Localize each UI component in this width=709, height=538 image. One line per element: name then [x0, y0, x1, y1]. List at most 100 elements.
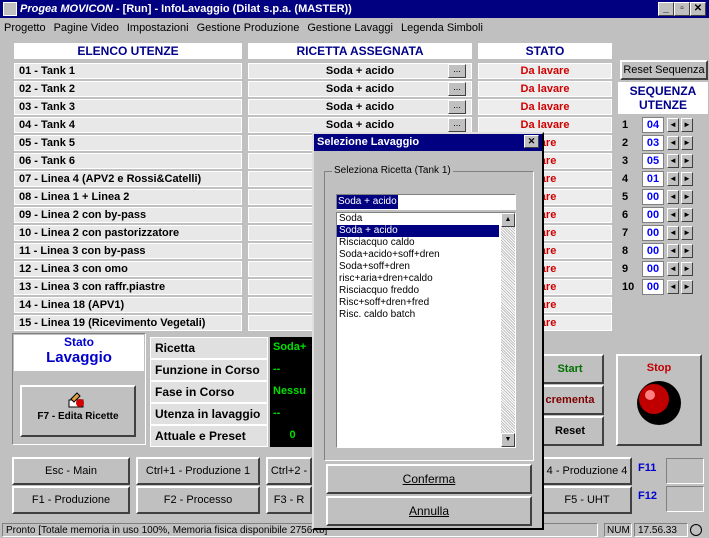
- header-ricetta-assegnata: RICETTA ASSEGNATA: [248, 43, 472, 59]
- stato-cell: Da lavare: [478, 81, 612, 97]
- f11-slot[interactable]: [666, 458, 704, 484]
- edita-ricette-button[interactable]: F7 - Edita Ricette: [20, 385, 136, 437]
- menu-progetto[interactable]: Progetto: [4, 22, 46, 34]
- sequenza-index: 7: [622, 227, 629, 239]
- function-key-button[interactable]: Ctrl+1 - Produzione 1: [136, 457, 260, 485]
- utenza-cell[interactable]: 05 - Tank 5: [14, 135, 242, 151]
- select-ricetta-button[interactable]: ...: [448, 118, 466, 132]
- stato-row-value: Soda+: [270, 337, 312, 359]
- utenza-cell[interactable]: 07 - Linea 4 (APV2 e Rossi&Catelli): [14, 171, 242, 187]
- sequenza-right-arrow-icon[interactable]: ►: [681, 280, 693, 294]
- utenza-cell[interactable]: 02 - Tank 2: [14, 81, 242, 97]
- sequenza-left-arrow-icon[interactable]: ◄: [667, 190, 679, 204]
- function-key-button[interactable]: F2 - Processo: [136, 486, 260, 514]
- utenza-cell[interactable]: 09 - Linea 2 con by-pass: [14, 207, 242, 223]
- function-key-button[interactable]: F1 - Produzione: [12, 486, 130, 514]
- num-indicator: NUM: [604, 523, 632, 537]
- stato-row-label: Utenza in lavaggio: [150, 403, 268, 425]
- sequenza-right-arrow-icon[interactable]: ►: [681, 262, 693, 276]
- select-ricetta-button[interactable]: ...: [448, 64, 466, 78]
- select-ricetta-button[interactable]: ...: [448, 100, 466, 114]
- utenza-cell[interactable]: 06 - Tank 6: [14, 153, 242, 169]
- reset-button[interactable]: Reset: [536, 416, 604, 446]
- sequenza-left-arrow-icon[interactable]: ◄: [667, 244, 679, 258]
- sequenza-index: 5: [622, 191, 629, 203]
- sequenza-value: 00: [642, 207, 664, 223]
- scroll-up-arrow[interactable]: ▲: [501, 213, 515, 227]
- sequenza-left-arrow-icon[interactable]: ◄: [667, 208, 679, 222]
- decrementa-button[interactable]: crementa: [536, 385, 604, 415]
- ricetta-option[interactable]: risc+aria+dren+caldo: [337, 273, 499, 285]
- utenza-cell[interactable]: 13 - Linea 3 con raffr.piastre: [14, 279, 242, 295]
- sequenza-right-arrow-icon[interactable]: ►: [681, 244, 693, 258]
- sequenza-value: 04: [642, 117, 664, 133]
- utenza-cell[interactable]: 01 - Tank 1: [14, 63, 242, 79]
- sequenza-right-arrow-icon[interactable]: ►: [681, 172, 693, 186]
- ricetta-option[interactable]: Risciacquo freddo: [337, 285, 499, 297]
- utenza-cell[interactable]: 15 - Linea 19 (Ricevimento Vegetali): [14, 315, 242, 331]
- utenza-cell[interactable]: 08 - Linea 1 + Linea 2: [14, 189, 242, 205]
- utenza-cell[interactable]: 11 - Linea 3 con by-pass: [14, 243, 242, 259]
- sequenza-left-arrow-icon[interactable]: ◄: [667, 226, 679, 240]
- sequenza-right-arrow-icon[interactable]: ►: [681, 136, 693, 150]
- sequenza-value: 00: [642, 225, 664, 241]
- sequenza-index: 1: [622, 119, 629, 131]
- status-icon: [690, 524, 702, 536]
- menu-pagine-video[interactable]: Pagine Video: [54, 22, 119, 34]
- ricetta-option[interactable]: Soda+acido+soff+dren: [337, 249, 499, 261]
- dialog-close-button[interactable]: ✕: [524, 135, 539, 148]
- ricetta-option[interactable]: Soda+soff+dren: [337, 261, 499, 273]
- ricetta-option[interactable]: Soda: [337, 213, 499, 225]
- utenza-cell[interactable]: 10 - Linea 2 con pastorizzatore: [14, 225, 242, 241]
- ricetta-option[interactable]: Risciacquo caldo: [337, 237, 499, 249]
- menu-legenda-simboli[interactable]: Legenda Simboli: [401, 22, 483, 34]
- function-key-button[interactable]: F3 - R: [266, 486, 312, 514]
- minimize-button[interactable]: _: [658, 2, 674, 16]
- sequenza-right-arrow-icon[interactable]: ►: [681, 190, 693, 204]
- ricetta-options: Soda Soda + acido Risciacquo caldo Soda+aci…: [337, 213, 499, 321]
- ricetta-option[interactable]: Soda + acido: [337, 225, 499, 237]
- clock: 17.56.33: [634, 523, 688, 537]
- function-key-button[interactable]: 4 - Produzione 4: [542, 457, 632, 485]
- ricetta-option[interactable]: Risc. caldo batch: [337, 309, 499, 321]
- sequenza-left-arrow-icon[interactable]: ◄: [667, 118, 679, 132]
- select-ricetta-button[interactable]: ...: [448, 82, 466, 96]
- menu-gestione-produzione[interactable]: Gestione Produzione: [197, 22, 300, 34]
- ricetta-listbox[interactable]: Soda Soda + acido Risciacquo caldo Soda+aci…: [336, 212, 516, 448]
- edita-ricette-label: F7 - Edita Ricette: [37, 411, 119, 422]
- sequenza-left-arrow-icon[interactable]: ◄: [667, 172, 679, 186]
- restore-button[interactable]: ▫: [674, 2, 690, 16]
- close-window-button[interactable]: ✕: [690, 2, 706, 16]
- scroll-down-arrow[interactable]: ▼: [501, 433, 515, 447]
- sequenza-right-arrow-icon[interactable]: ►: [681, 226, 693, 240]
- utenza-cell[interactable]: 14 - Linea 18 (APV1): [14, 297, 242, 313]
- stato-title-2: Lavaggio: [46, 349, 112, 366]
- utenza-cell[interactable]: 03 - Tank 3: [14, 99, 242, 115]
- sequenza-left-arrow-icon[interactable]: ◄: [667, 262, 679, 276]
- function-key-button[interactable]: F5 - UHT: [542, 486, 632, 514]
- sequenza-right-arrow-icon[interactable]: ►: [681, 154, 693, 168]
- menu-gestione-lavaggi[interactable]: Gestione Lavaggi: [307, 22, 393, 34]
- sequenza-left-arrow-icon[interactable]: ◄: [667, 280, 679, 294]
- sequenza-index: 2: [622, 137, 629, 149]
- reset-sequenza-button[interactable]: Reset Sequenza: [620, 60, 708, 80]
- utenza-cell[interactable]: 12 - Linea 3 con omo: [14, 261, 242, 277]
- menu-impostazioni[interactable]: Impostazioni: [127, 22, 189, 34]
- sequenza-right-arrow-icon[interactable]: ►: [681, 118, 693, 132]
- sequenza-right-arrow-icon[interactable]: ►: [681, 208, 693, 222]
- function-key-button[interactable]: Ctrl+2 -: [266, 457, 312, 485]
- function-key-button[interactable]: Esc - Main: [12, 457, 130, 485]
- utenza-cell[interactable]: 04 - Tank 4: [14, 117, 242, 133]
- start-button[interactable]: Start: [536, 354, 604, 384]
- sequenza-left-arrow-icon[interactable]: ◄: [667, 154, 679, 168]
- listbox-scrollbar[interactable]: ▲ ▼: [501, 213, 515, 447]
- f12-slot[interactable]: [666, 486, 704, 512]
- sequenza-left-arrow-icon[interactable]: ◄: [667, 136, 679, 150]
- annulla-button[interactable]: Annulla: [326, 496, 532, 526]
- stop-button[interactable]: Stop: [616, 354, 702, 446]
- edit-recipe-icon: [68, 392, 84, 408]
- ricetta-input[interactable]: Soda + acido: [336, 194, 516, 210]
- ricetta-option[interactable]: Risc+soff+dren+fred: [337, 297, 499, 309]
- conferma-button[interactable]: Conferma: [326, 464, 532, 494]
- app-title: Progea MOVICON: [20, 3, 113, 15]
